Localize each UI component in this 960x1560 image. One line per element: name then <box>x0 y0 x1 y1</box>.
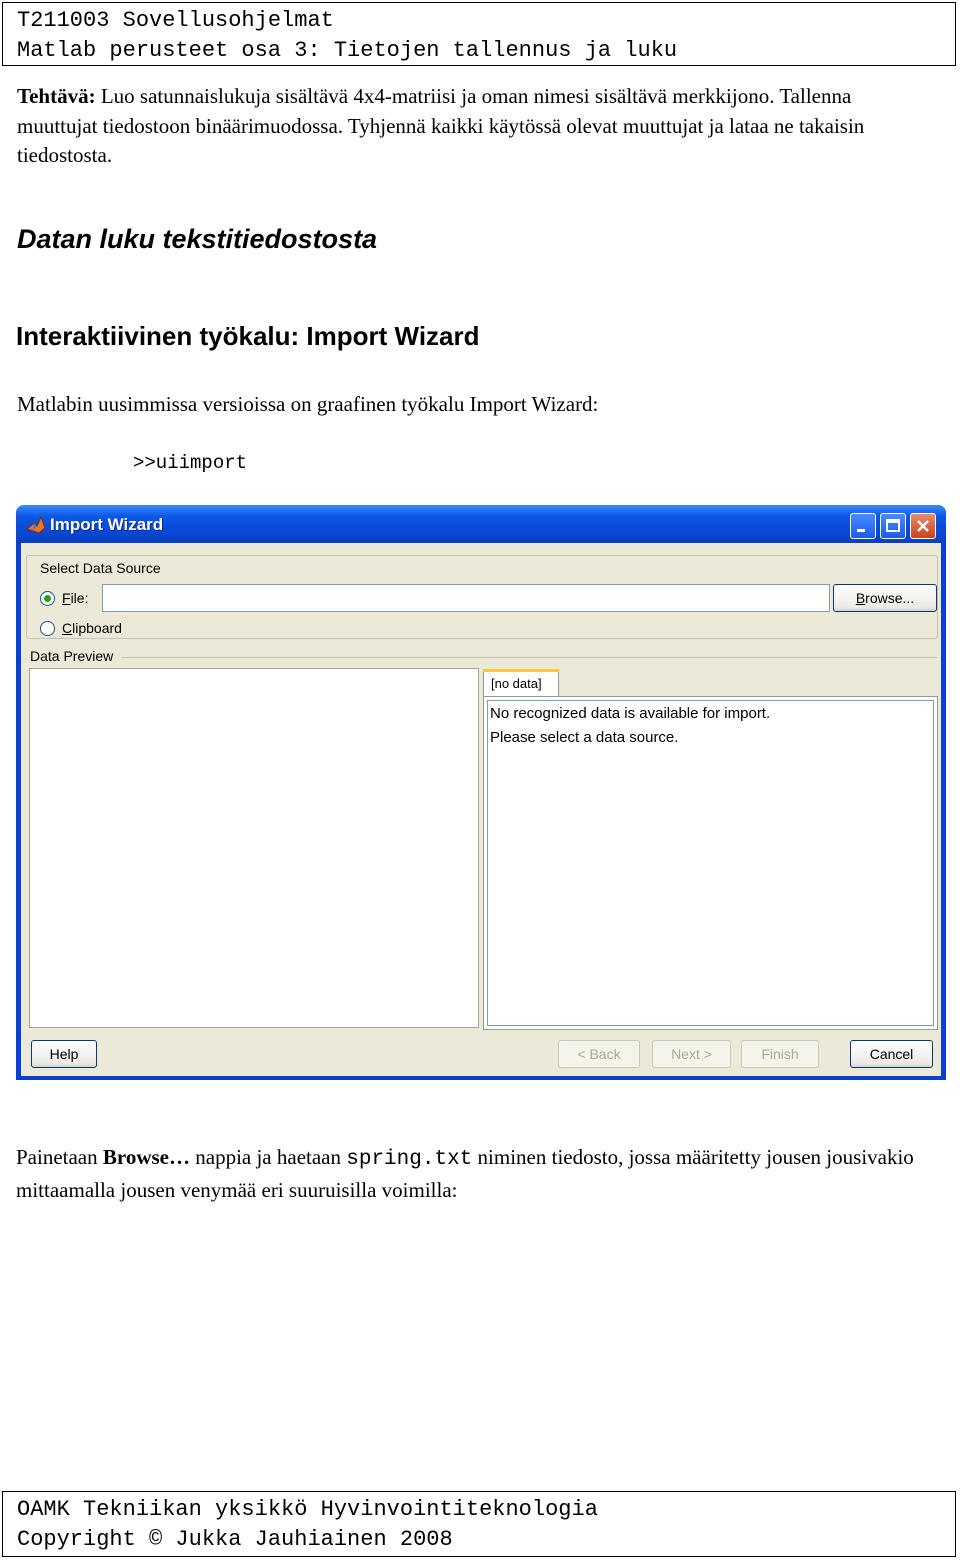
select-data-source-group: Select Data Source File: Browse... Clipb… <box>26 555 938 639</box>
data-preview-label: Data Preview <box>30 648 114 664</box>
task-paragraph: Tehtävä: Luo satunnaislukuja sisältävä 4… <box>17 82 937 171</box>
back-button[interactable]: < Back <box>558 1040 640 1068</box>
import-wizard-window: Import Wizard Select Data Source File: B… <box>16 505 946 1080</box>
browse-bold-text: Browse… <box>102 1145 190 1169</box>
file-radio-label[interactable]: File: <box>62 590 88 606</box>
help-button[interactable]: Help <box>31 1040 97 1068</box>
page-header: T211003 Sovellusohjelmat Matlab perustee… <box>2 2 956 66</box>
page-footer: OAMK Tekniikan yksikkö Hyvinvointiteknol… <box>2 1491 956 1557</box>
maximize-button[interactable] <box>880 513 906 539</box>
task-label: Tehtävä: <box>17 84 96 108</box>
maximize-icon <box>886 519 900 532</box>
close-button[interactable] <box>910 513 936 539</box>
tab-no-data[interactable]: [no data] <box>483 669 559 697</box>
variable-list-panel[interactable] <box>29 668 479 1028</box>
next-button[interactable]: Next > <box>652 1040 731 1068</box>
footer-unit: OAMK Tekniikan yksikkö Hyvinvointiteknol… <box>17 1497 598 1522</box>
footer-copyright: Copyright © Jukka Jauhiainen 2008 <box>17 1527 453 1552</box>
subheading: Interaktiivinen työkalu: Import Wizard <box>16 321 480 351</box>
file-path-input[interactable] <box>102 584 830 612</box>
section-heading: Datan luku tekstitiedostosta <box>17 224 378 254</box>
cancel-button[interactable]: Cancel <box>850 1040 933 1068</box>
matlab-logo-icon <box>26 515 46 534</box>
command-text: >>uiimport <box>133 452 248 474</box>
clipboard-radio[interactable] <box>40 621 55 636</box>
select-data-source-label: Select Data Source <box>37 560 164 576</box>
preview-text-area[interactable]: No recognized data is available for impo… <box>487 700 934 1026</box>
window-title: Import Wizard <box>50 515 164 534</box>
close-icon <box>917 520 929 532</box>
browse-button[interactable]: Browse... <box>833 584 937 612</box>
minimize-icon <box>857 529 865 532</box>
preview-divider <box>121 657 937 658</box>
clipboard-radio-label[interactable]: Clipboard <box>62 620 122 636</box>
preview-message-2: Please select a data source. <box>490 729 679 746</box>
finish-button[interactable]: Finish <box>741 1040 819 1068</box>
header-course: T211003 Sovellusohjelmat <box>17 8 334 33</box>
browse-instruction: Painetaan Browse… nappia ja haetaan spri… <box>16 1145 914 1202</box>
filename-code: spring.txt <box>346 1148 473 1171</box>
title-bar[interactable]: Import Wizard <box>16 505 946 543</box>
intro-text: Matlabin uusimmissa versioissa on graafi… <box>17 392 599 416</box>
task-text: Luo satunnaislukuja sisältävä 4x4-matrii… <box>17 84 865 167</box>
minimize-button[interactable] <box>850 513 876 539</box>
preview-message-1: No recognized data is available for impo… <box>490 705 771 722</box>
preview-panel: No recognized data is available for impo… <box>483 696 938 1030</box>
file-radio[interactable] <box>40 591 55 606</box>
wizard-client-area: Select Data Source File: Browse... Clipb… <box>21 543 941 1076</box>
header-topic: Matlab perusteet osa 3: Tietojen tallenn… <box>17 38 678 63</box>
